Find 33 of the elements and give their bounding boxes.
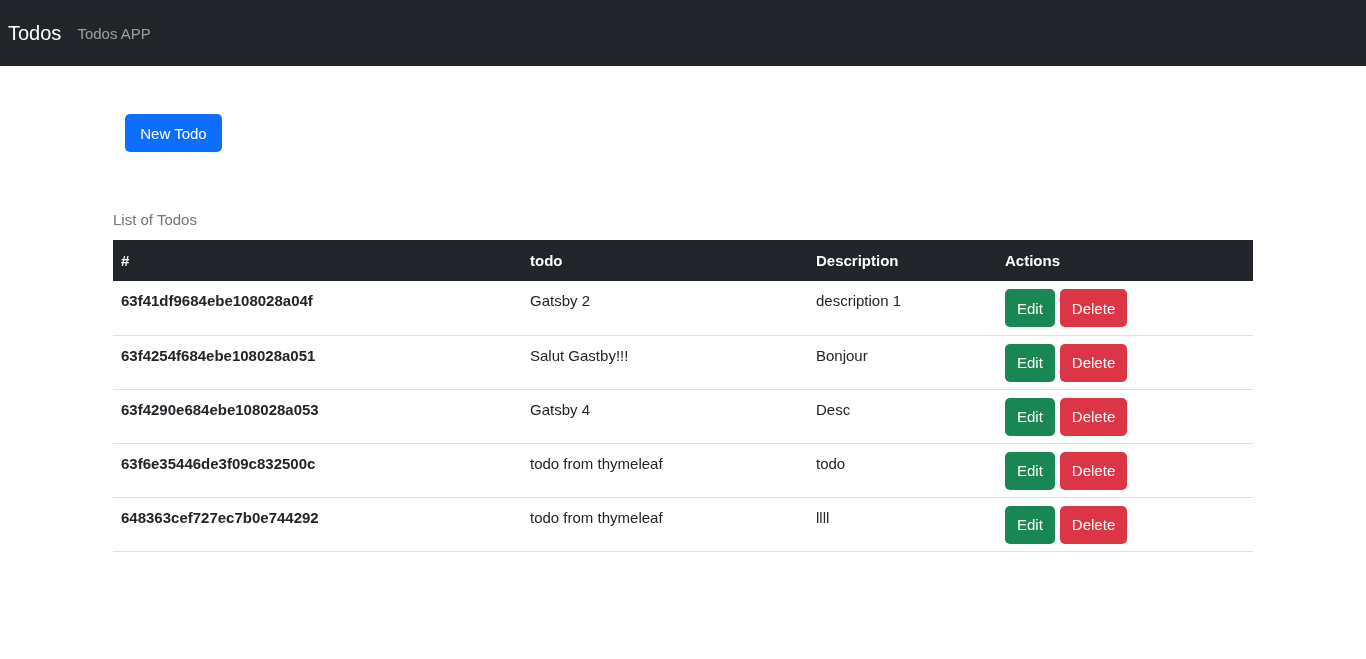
- delete-button[interactable]: Delete: [1059, 343, 1128, 382]
- table-cell: Bonjour: [808, 335, 997, 389]
- brand-link[interactable]: Todos: [8, 21, 62, 45]
- table-caption: List of Todos: [113, 210, 198, 230]
- table-cell: Salut Gastby!!!: [522, 335, 808, 389]
- table-cell: todo: [808, 443, 997, 497]
- table-cell: 648363cef727ec7b0e744292: [113, 497, 522, 551]
- delete-button[interactable]: Delete: [1059, 397, 1128, 436]
- table-cell: Gatsby 2: [522, 281, 808, 335]
- column-header: #: [113, 240, 522, 281]
- edit-button[interactable]: Edit: [1005, 505, 1055, 544]
- table-cell: 63f4254f684ebe108028a051: [113, 335, 522, 389]
- table-cell: Desc: [808, 389, 997, 443]
- edit-button[interactable]: Edit: [1005, 343, 1055, 382]
- edit-button[interactable]: Edit: [1005, 451, 1055, 490]
- delete-button[interactable]: Delete: [1059, 451, 1128, 490]
- column-header: Actions: [997, 240, 1253, 281]
- delete-button[interactable]: Delete: [1059, 289, 1128, 327]
- column-header: todo: [522, 240, 808, 281]
- delete-button[interactable]: Delete: [1059, 505, 1128, 544]
- table-cell: 63f6e35446de3f09c832500c: [113, 443, 522, 497]
- edit-button[interactable]: Edit: [1005, 289, 1055, 327]
- table-cell: Gatsby 4: [522, 389, 808, 443]
- new-todo-button[interactable]: New Todo: [125, 114, 222, 152]
- table-cell: llll: [808, 497, 997, 551]
- table-cell: 63f41df9684ebe108028a04f: [113, 281, 522, 335]
- column-header: Description: [808, 240, 997, 281]
- edit-button[interactable]: Edit: [1005, 397, 1055, 436]
- table-cell: 63f4290e684ebe108028a053: [113, 389, 522, 443]
- table-cell: todo from thymeleaf: [522, 497, 808, 551]
- nav-link[interactable]: Todos APP: [77, 24, 151, 42]
- table-cell: description 1: [808, 281, 997, 335]
- table-cell: todo from thymeleaf: [522, 443, 808, 497]
